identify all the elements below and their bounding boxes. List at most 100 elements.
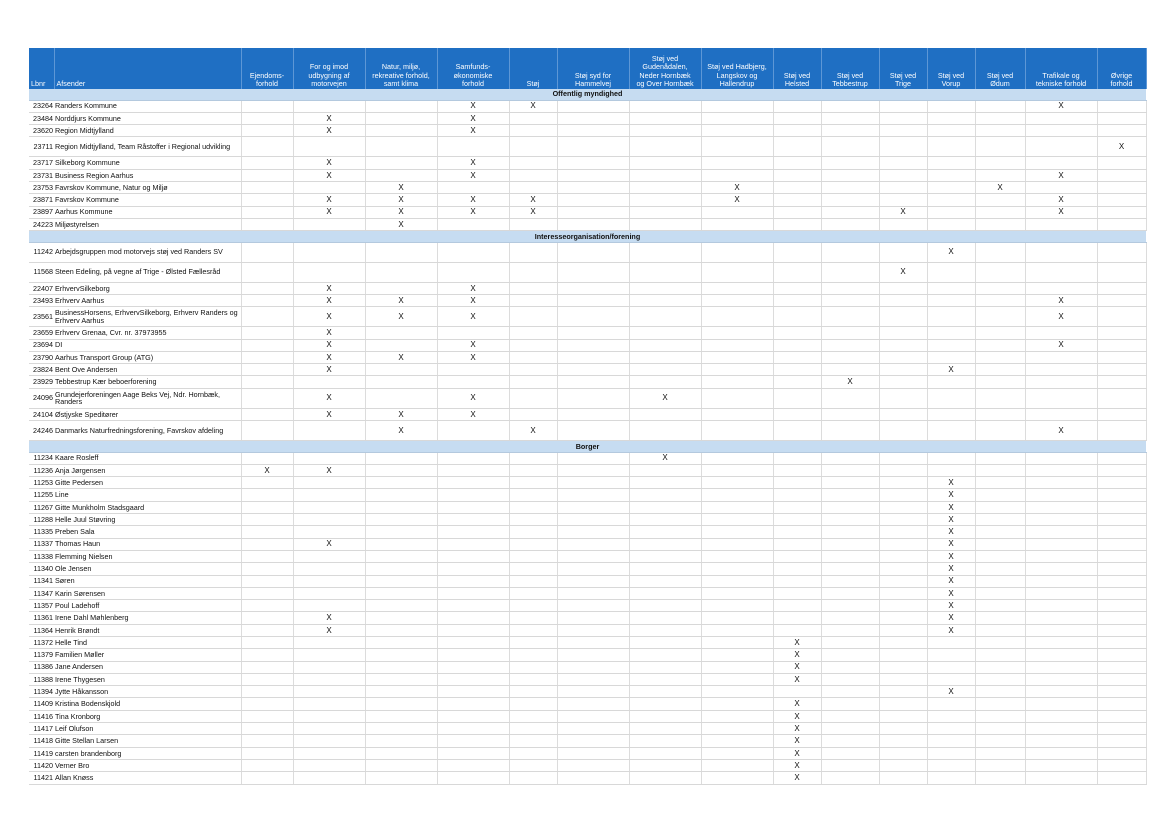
cell-empty [241, 747, 294, 760]
cell-empty [975, 339, 1026, 352]
cell-empty [821, 648, 880, 662]
cell-empty [557, 156, 630, 170]
table-row: 24104 Østjyske Speditører X X X [29, 408, 1147, 422]
cell-empty [879, 282, 928, 295]
cell-empty [773, 420, 822, 442]
cell-empty [629, 181, 702, 195]
cell-empty [557, 624, 630, 638]
cell-lbnr: 11234 [29, 452, 54, 465]
cell-empty [293, 587, 366, 601]
cell-empty [241, 388, 294, 409]
table-row: 11267 Gitte Munkholm Stadsgaard X [29, 501, 1147, 515]
cell-empty [1097, 476, 1147, 490]
cell-empty [629, 661, 702, 674]
cell-mark: X [365, 206, 438, 219]
column-header: Natur, miljø, rekreative forhold, samt kli… [365, 48, 438, 89]
cell-lbnr: 23753 [29, 181, 54, 195]
cell-lbnr: 24223 [29, 218, 54, 232]
cell-empty [629, 306, 702, 328]
cell-empty [773, 587, 822, 601]
cell-empty [773, 408, 822, 422]
cell-lbnr: 23620 [29, 124, 54, 138]
cell-empty [629, 747, 702, 760]
cell-empty [701, 599, 774, 613]
cell-empty [557, 747, 630, 760]
cell-empty [365, 375, 438, 389]
cell-empty [509, 169, 558, 182]
cell-empty [557, 464, 630, 478]
cell-lbnr: 11335 [29, 525, 54, 539]
cell-empty [773, 124, 822, 138]
cell-mark: X [293, 306, 366, 328]
section-title: Offentlig myndighed [29, 89, 1146, 101]
cell-lbnr: 11288 [29, 513, 54, 527]
cell-mark: X [927, 599, 976, 613]
cell-empty [1097, 206, 1147, 219]
cell-empty [773, 282, 822, 295]
cell-empty [629, 734, 702, 748]
cell-empty [975, 685, 1026, 699]
cell-empty [365, 734, 438, 748]
cell-empty [557, 488, 630, 502]
cell-empty [701, 697, 774, 711]
cell-empty [437, 636, 510, 650]
cell-empty [437, 501, 510, 515]
cell-empty [241, 685, 294, 699]
table-row: 23264 Randers Kommune X X X [29, 100, 1147, 113]
cell-empty [1025, 636, 1098, 650]
cell-mark: X [927, 488, 976, 502]
cell-empty [1025, 624, 1098, 638]
cell-empty [927, 710, 976, 724]
cell-lbnr: 11372 [29, 636, 54, 650]
table-row: 23897 Aarhus Kommune X X X X X X [29, 206, 1147, 219]
cell-empty [773, 262, 822, 283]
cell-empty [879, 636, 928, 650]
cell-empty [509, 136, 558, 158]
cell-empty [629, 722, 702, 736]
cell-empty [879, 501, 928, 515]
cell-empty [927, 648, 976, 662]
table-row: 11234 Kaare Rosleff X [29, 452, 1147, 465]
cell-empty [975, 611, 1026, 625]
cell-empty [241, 181, 294, 195]
table-row: 11338 Flemming Nielsen X [29, 550, 1147, 564]
cell-empty [365, 673, 438, 687]
cell-empty [557, 722, 630, 736]
cell-empty [927, 759, 976, 773]
cell-empty [437, 587, 510, 601]
cell-empty [557, 262, 630, 283]
cell-empty [879, 375, 928, 389]
cell-empty [629, 587, 702, 601]
cell-empty [293, 452, 366, 465]
cell-empty [241, 242, 294, 263]
cell-empty [701, 636, 774, 650]
cell-empty [1025, 476, 1098, 490]
cell-afsender: Grundejerforeningen Aage Beks Vej, Ndr. … [54, 388, 242, 409]
cell-empty [879, 306, 928, 328]
cell-empty [975, 294, 1026, 308]
cell-empty [1097, 282, 1147, 295]
cell-empty [773, 464, 822, 478]
cell-lbnr: 24104 [29, 408, 54, 422]
cell-empty [365, 575, 438, 588]
cell-mark: X [773, 759, 822, 773]
cell-empty [821, 747, 880, 760]
cell-empty [1025, 464, 1098, 478]
cell-empty [629, 550, 702, 564]
cell-empty [821, 242, 880, 263]
cell-mark: X [293, 326, 366, 340]
cell-empty [241, 525, 294, 539]
cell-empty [879, 218, 928, 232]
cell-empty [773, 181, 822, 195]
cell-empty [879, 156, 928, 170]
cell-mark: X [365, 181, 438, 195]
cell-empty [821, 218, 880, 232]
cell-empty [365, 262, 438, 283]
cell-empty [1025, 611, 1098, 625]
table-row: 11361 Irene Dahl Møhlenberg X X [29, 611, 1147, 625]
cell-mark: X [437, 206, 510, 219]
cell-empty [701, 218, 774, 232]
cell-empty [557, 734, 630, 748]
cell-empty [509, 624, 558, 638]
cell-empty [241, 408, 294, 422]
